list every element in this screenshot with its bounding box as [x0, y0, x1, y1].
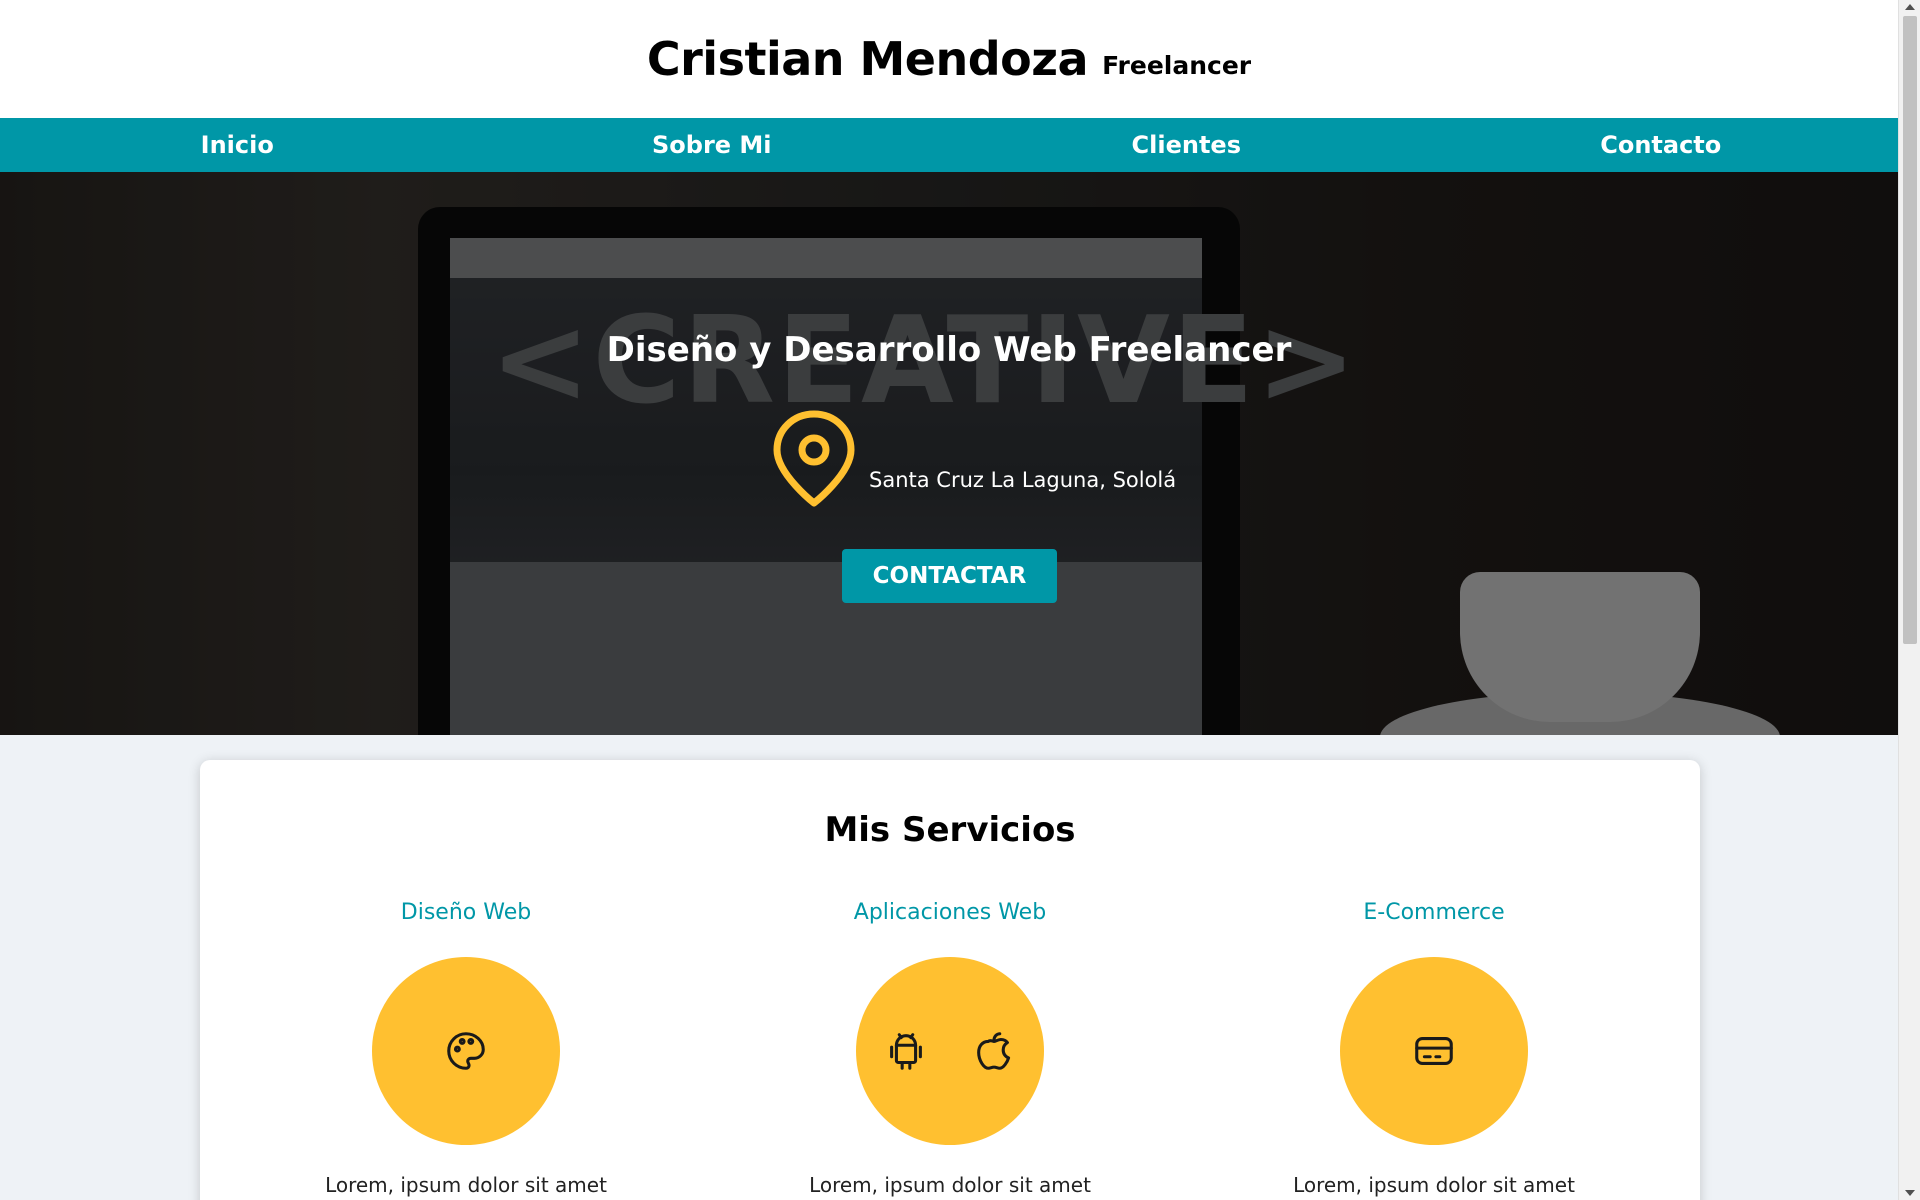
- nav-item-sobre-mi[interactable]: Sobre Mi: [475, 131, 950, 159]
- page: Cristian Mendoza Freelancer Inicio Sobre…: [0, 0, 1898, 1200]
- scroll-down-arrow-icon[interactable]: [1905, 1190, 1915, 1196]
- apple-icon: [977, 1032, 1011, 1070]
- service-name: E-Commerce: [1363, 900, 1505, 925]
- site-subtitle: Freelancer: [1102, 50, 1252, 80]
- hero-content: Diseño y Desarrollo Web Freelancer Santa…: [0, 172, 1898, 735]
- android-icon: [890, 1033, 922, 1070]
- hero-title: Diseño y Desarrollo Web Freelancer: [606, 330, 1292, 370]
- service-name: Aplicaciones Web: [853, 900, 1047, 925]
- site-header: Cristian Mendoza Freelancer: [0, 0, 1898, 118]
- service-e-commerce: E-Commerce Lorem, ipsum dolor sit amet c…: [1234, 900, 1634, 1200]
- site-title: Cristian Mendoza: [646, 32, 1089, 86]
- vertical-scrollbar[interactable]: [1898, 0, 1920, 1200]
- nav-item-contacto[interactable]: Contacto: [1424, 131, 1899, 159]
- scroll-up-arrow-icon[interactable]: [1905, 4, 1915, 10]
- credit-card-icon: [1415, 1037, 1453, 1065]
- service-description: Lorem, ipsum dolor sit amet consectetur: [809, 1173, 1091, 1200]
- map-pin-icon: [773, 410, 855, 507]
- service-description: Lorem, ipsum dolor sit amet consectetur: [325, 1173, 607, 1200]
- nav-item-inicio[interactable]: Inicio: [0, 131, 475, 159]
- service-icon-circle: [856, 957, 1044, 1145]
- service-diseno-web: Diseño Web Lorem, ipsum dolor sit amet c…: [266, 900, 666, 1200]
- hero-section: <CREATIVE> Diseño y Desarrollo Web Freel…: [0, 172, 1898, 735]
- service-icon-circle: [1340, 957, 1528, 1145]
- service-icon-circle: [372, 957, 560, 1145]
- scroll-thumb[interactable]: [1903, 16, 1917, 644]
- hero-location: Santa Cruz La Laguna, Sololá: [869, 468, 1177, 492]
- contactar-button[interactable]: CONTACTAR: [842, 549, 1057, 603]
- main-nav: Inicio Sobre Mi Clientes Contacto: [0, 118, 1898, 172]
- service-aplicaciones-web: Aplicaciones Web Lorem, ipsum dolor sit …: [750, 900, 1150, 1200]
- palette-icon: [447, 1032, 485, 1070]
- service-name: Diseño Web: [400, 900, 532, 925]
- nav-item-clientes[interactable]: Clientes: [949, 131, 1424, 159]
- service-description: Lorem, ipsum dolor sit amet consectetur: [1293, 1173, 1575, 1200]
- services-title: Mis Servicios: [824, 810, 1076, 850]
- services-card: Mis Servicios Diseño Web Lorem, ipsum do…: [200, 760, 1700, 1200]
